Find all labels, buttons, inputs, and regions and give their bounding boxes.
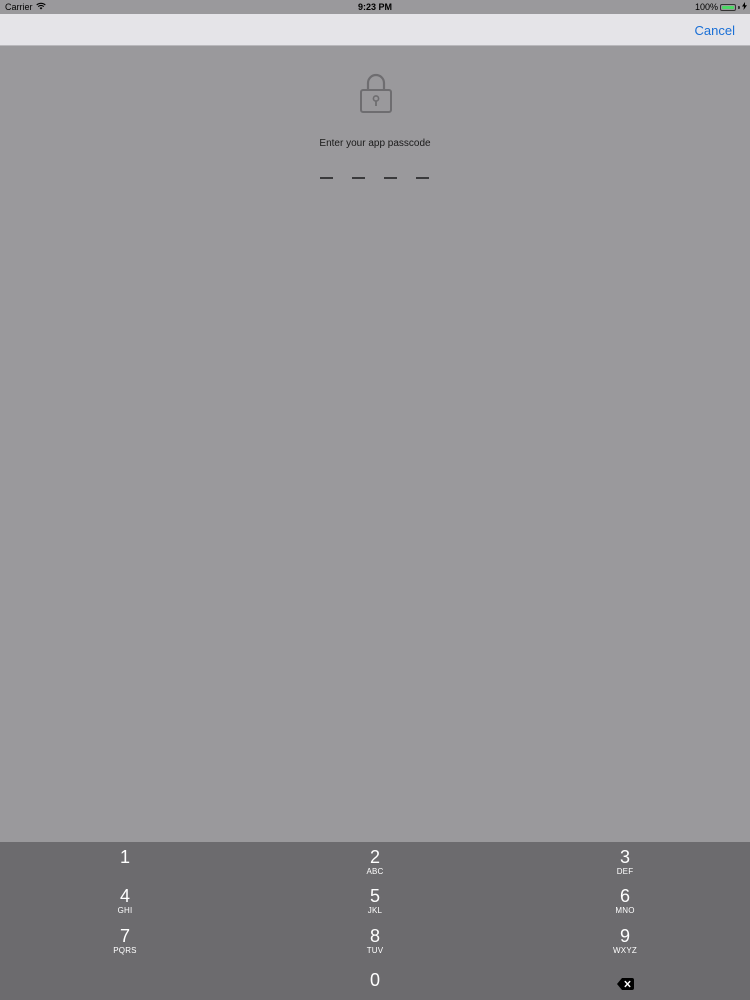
key-2[interactable]: 2 ABC — [250, 847, 500, 887]
numeric-keypad: 1 2 ABC 3 DEF 4 GHI 5 JKL 6 MNO 7 PQRS 8 — [0, 842, 750, 1000]
key-9[interactable]: 9 WXYZ — [500, 926, 750, 966]
battery-fill — [722, 5, 734, 9]
passcode-slot-4 — [416, 177, 429, 179]
key-letters: JKL — [367, 906, 383, 915]
key-letters: MNO — [615, 906, 635, 915]
passcode-slot-3 — [384, 177, 397, 179]
key-digit: 6 — [619, 886, 630, 906]
key-digit: 4 — [119, 886, 130, 906]
cancel-button[interactable]: Cancel — [695, 23, 735, 38]
key-letters: DEF — [616, 867, 634, 876]
passcode-digit-slots — [320, 177, 432, 181]
key-6[interactable]: 6 MNO — [500, 886, 750, 926]
charging-bolt-icon — [742, 2, 747, 12]
delete-key[interactable] — [500, 970, 750, 1000]
status-time: 9:23 PM — [357, 2, 392, 12]
key-digit: 8 — [369, 926, 380, 946]
key-letters: GHI — [117, 906, 133, 915]
delete-backspace-icon — [616, 978, 634, 990]
key-digit: 9 — [619, 926, 630, 946]
battery-indicator: 100% — [695, 2, 747, 12]
battery-icon — [720, 3, 736, 11]
passcode-screen: Carrier 9:23 PM 100% Cancel Enter your a… — [0, 0, 750, 1000]
battery-tip — [738, 5, 740, 9]
key-0[interactable]: 0 — [250, 970, 500, 1000]
key-digit: 1 — [119, 847, 130, 867]
key-digit: 2 — [369, 847, 380, 867]
battery-percent: 100% — [694, 2, 718, 12]
key-digit: 7 — [119, 926, 130, 946]
key-8[interactable]: 8 TUV — [250, 926, 500, 966]
key-1[interactable]: 1 — [0, 847, 250, 887]
passcode-slot-2 — [352, 177, 365, 179]
passcode-slot-1 — [320, 177, 333, 179]
navigation-bar: Cancel — [0, 14, 750, 46]
passcode-prompt: Enter your app passcode — [319, 138, 431, 149]
key-letters: WXYZ — [613, 946, 637, 955]
key-digit: 3 — [619, 847, 630, 867]
key-letters: TUV — [366, 946, 384, 955]
key-3[interactable]: 3 DEF — [500, 847, 750, 887]
status-bar: Carrier 9:23 PM 100% — [0, 0, 750, 14]
key-digit: 5 — [369, 886, 380, 906]
lock-icon — [359, 72, 393, 114]
key-5[interactable]: 5 JKL — [250, 886, 500, 926]
key-letters: ABC — [366, 867, 384, 876]
key-7[interactable]: 7 PQRS — [0, 926, 250, 966]
key-letters: PQRS — [113, 946, 137, 955]
key-digit: 0 — [369, 970, 380, 990]
key-4[interactable]: 4 GHI — [0, 886, 250, 926]
